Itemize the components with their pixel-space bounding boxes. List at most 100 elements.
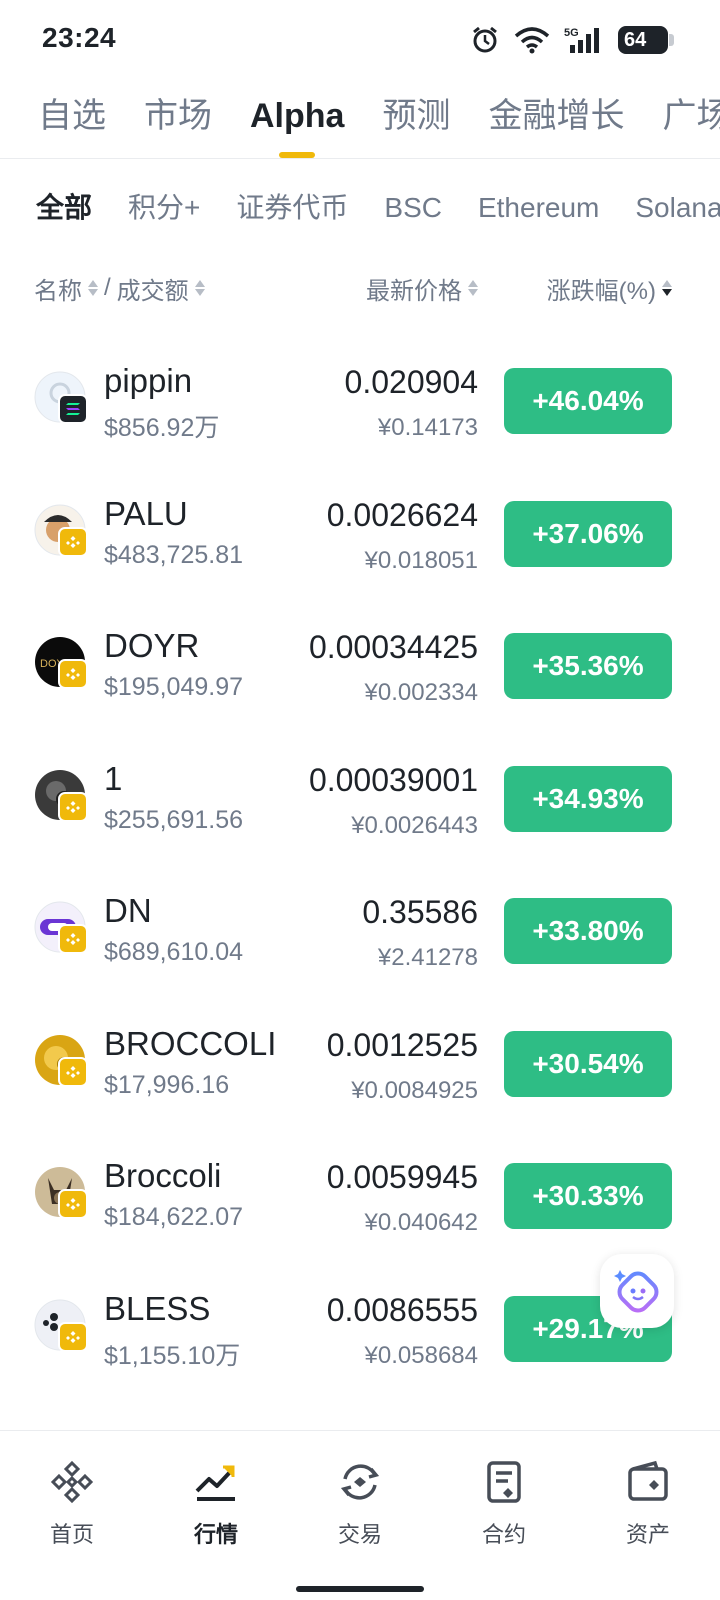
token-price-cny: ¥2.41278	[377, 944, 478, 971]
subtab-bsc[interactable]: BSC	[384, 186, 442, 230]
token-price-cny: ¥0.058684	[364, 1341, 478, 1369]
change-badge[interactable]: +34.93%	[504, 765, 672, 832]
main-tabs: 自选 市场 Alpha 预测 金融增长 广场	[38, 88, 720, 158]
token-volume: $195,049.97	[104, 673, 244, 701]
price-sort[interactable]: 最新价格	[366, 266, 478, 310]
token-row[interactable]: Broccoli $184,622.07 0.0059945 ¥0.040642…	[0, 1131, 720, 1264]
wallet-icon	[623, 1457, 673, 1507]
token-price: 0.0086555	[326, 1291, 478, 1328]
token-volume: $689,610.04	[104, 938, 244, 966]
bottom-nav: 首页 行情 交易 合约 资产	[0, 1430, 720, 1600]
bsc-chain-icon	[58, 526, 88, 557]
subtab-solana[interactable]: Solana	[635, 186, 720, 230]
bsc-chain-icon	[58, 924, 88, 954]
bsc-chain-icon	[58, 1056, 88, 1087]
5g-signal-icon: 5G	[564, 25, 604, 55]
solana-chain-icon	[58, 394, 88, 424]
svg-text:5G: 5G	[564, 27, 579, 39]
token-volume: $17,996.16	[104, 1070, 230, 1099]
token-symbol: DN	[104, 892, 152, 929]
token-price: 0.0026624	[326, 496, 478, 533]
column-name-label: 名称	[34, 277, 82, 305]
sort-desc-icon	[662, 280, 672, 296]
token-price-cny: ¥0.018051	[364, 546, 478, 574]
battery-level: 64	[624, 28, 647, 51]
home-diamond-icon	[47, 1457, 97, 1507]
change-badge[interactable]: +33.80%	[504, 898, 672, 964]
name-volume-sort[interactable]: 名称 / 成交额	[34, 266, 205, 310]
token-price: 0.00039001	[308, 761, 478, 798]
market-chart-icon	[191, 1457, 241, 1507]
sort-icon	[88, 280, 98, 296]
bsc-chain-icon	[58, 791, 88, 822]
column-change-label: 涨跌幅(%)	[546, 277, 656, 305]
token-volume: $856.92万	[104, 414, 220, 442]
tab-square[interactable]: 广场	[662, 88, 720, 148]
token-symbol: pippin	[104, 362, 193, 399]
nav-label: 首页	[49, 1522, 94, 1547]
token-price-cny: ¥0.14173	[377, 414, 478, 441]
token-row[interactable]: pippin $856.92万 0.020904 ¥0.14173 +46.04…	[0, 336, 720, 469]
token-row[interactable]: 1 $255,691.56 0.00039001 ¥0.0026443 +34.…	[0, 734, 720, 867]
token-price: 0.0059945	[326, 1159, 478, 1195]
bsc-chain-icon	[58, 659, 88, 689]
sort-icon	[468, 280, 478, 296]
token-volume: $184,622.07	[104, 1203, 244, 1231]
tab-divider	[0, 158, 720, 159]
trade-swap-icon	[335, 1457, 385, 1507]
token-symbol: BROCCOLI	[104, 1024, 277, 1062]
subtab-securities[interactable]: 证券代币	[236, 186, 348, 230]
token-symbol: 1	[104, 759, 123, 797]
tab-alpha[interactable]: Alpha	[250, 88, 344, 158]
gesture-bar[interactable]	[296, 1586, 424, 1592]
change-badge[interactable]: +35.36%	[504, 633, 672, 699]
alarm-icon	[470, 25, 500, 55]
nav-label: 合约	[481, 1522, 526, 1547]
change-badge[interactable]: +46.04%	[504, 368, 672, 434]
token-volume: $1,155.10万	[104, 1341, 241, 1370]
futures-doc-icon	[479, 1457, 529, 1507]
token-volume: $255,691.56	[104, 805, 244, 834]
token-symbol: DOYR	[104, 627, 200, 664]
token-price: 0.00034425	[308, 629, 478, 665]
subtab-points[interactable]: 积分+	[128, 186, 200, 230]
change-badge[interactable]: +30.33%	[504, 1163, 672, 1229]
tab-market[interactable]: 市场	[144, 88, 212, 148]
tab-watchlist[interactable]: 自选	[38, 88, 106, 148]
subtab-ethereum[interactable]: Ethereum	[478, 186, 599, 230]
token-list: pippin $856.92万 0.020904 ¥0.14173 +46.04…	[0, 336, 720, 1396]
ai-assistant-button[interactable]	[600, 1254, 674, 1328]
token-price: 0.0012525	[326, 1026, 478, 1063]
sub-tabs: 全部 积分+ 证券代币 BSC Ethereum Solana	[36, 186, 720, 230]
nav-market[interactable]: 行情	[144, 1431, 288, 1600]
token-row[interactable]: DN $689,610.04 0.35586 ¥2.41278 +33.80%	[0, 866, 720, 999]
token-row[interactable]: BROCCOLI $17,996.16 0.0012525 ¥0.0084925…	[0, 999, 720, 1132]
subtab-all[interactable]: 全部	[36, 186, 92, 230]
token-price-cny: ¥0.0084925	[351, 1076, 478, 1104]
tab-financial-growth[interactable]: 金融增长	[488, 88, 624, 148]
sort-icon	[194, 280, 205, 296]
nav-assets[interactable]: 资产	[576, 1431, 720, 1600]
token-price-cny: ¥0.002334	[364, 679, 478, 706]
column-price-label: 最新价格	[366, 277, 462, 305]
token-row[interactable]: DOY DOYR $195,049.97 0.00034425 ¥0.00233…	[0, 601, 720, 734]
change-sort[interactable]: 涨跌幅(%)	[547, 266, 672, 310]
column-volume-label: 成交额	[116, 277, 189, 305]
ai-assistant-icon	[614, 1270, 659, 1313]
nav-futures[interactable]: 合约	[432, 1431, 576, 1600]
token-price-cny: ¥0.0026443	[351, 811, 478, 839]
token-volume: $483,725.81	[104, 540, 244, 569]
nav-home[interactable]: 首页	[0, 1431, 144, 1600]
bsc-chain-icon	[58, 1189, 88, 1219]
nav-trade[interactable]: 交易	[288, 1431, 432, 1600]
column-header: 名称 / 成交额 最新价格 涨跌幅(%)	[0, 266, 720, 310]
status-icons: 5G 64	[470, 22, 674, 58]
tab-prediction[interactable]: 预测	[382, 88, 450, 148]
token-symbol: Broccoli	[104, 1157, 222, 1194]
token-row[interactable]: PALU $483,725.81 0.0026624 ¥0.018051 +37…	[0, 469, 720, 602]
nav-label: 交易	[337, 1522, 382, 1547]
status-bar: 23:24 5G 64	[0, 0, 720, 80]
nav-label: 行情	[193, 1522, 238, 1547]
change-badge[interactable]: +37.06%	[504, 500, 672, 567]
change-badge[interactable]: +30.54%	[504, 1030, 672, 1097]
